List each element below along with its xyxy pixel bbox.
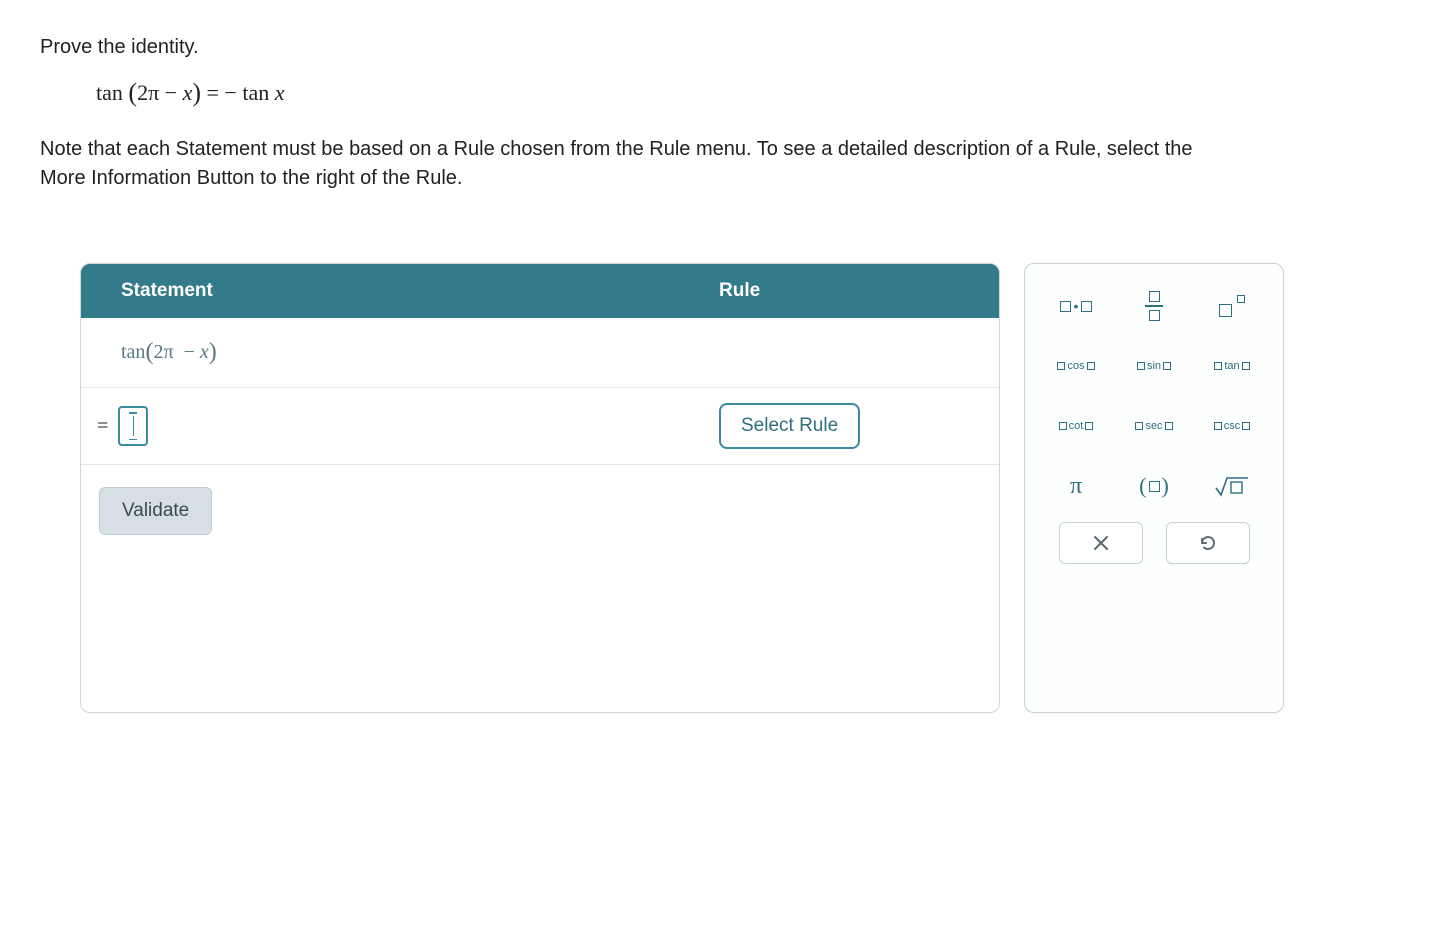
equals-sign: = xyxy=(97,415,108,438)
cos-button[interactable]: cos xyxy=(1044,344,1108,388)
clear-button[interactable] xyxy=(1059,522,1143,564)
validate-button[interactable]: Validate xyxy=(99,487,212,535)
proof-panel: Statement Rule tan (2π − x) = Select Rul… xyxy=(80,263,1000,713)
sqrt-button[interactable] xyxy=(1200,464,1264,508)
fraction-template-button[interactable] xyxy=(1122,284,1186,328)
select-rule-button[interactable]: Select Rule xyxy=(719,403,860,449)
cot-button[interactable]: cot xyxy=(1044,404,1108,448)
csc-button[interactable]: csc xyxy=(1200,404,1264,448)
exponent-template-button[interactable] xyxy=(1200,284,1264,328)
expression-input[interactable] xyxy=(118,406,148,446)
prompt-title: Prove the identity. xyxy=(40,36,1400,59)
header-rule: Rule xyxy=(701,264,999,318)
sin-button[interactable]: sin xyxy=(1122,344,1186,388)
multiply-template-button[interactable]: • xyxy=(1044,284,1108,328)
proof-header: Statement Rule xyxy=(81,264,999,318)
tan-button[interactable]: tan xyxy=(1200,344,1264,388)
pi-button[interactable]: π xyxy=(1044,464,1108,508)
instruction-note: Note that each Statement must be based o… xyxy=(40,135,1210,193)
proof-row-input: = Select Rule xyxy=(81,388,999,465)
parentheses-button[interactable]: ( ) xyxy=(1122,464,1186,508)
header-statement: Statement xyxy=(81,264,701,318)
sec-button[interactable]: sec xyxy=(1122,404,1186,448)
initial-expression: tan (2π − x) xyxy=(81,318,701,387)
symbol-palette: • cos sin xyxy=(1024,263,1284,713)
undo-button[interactable] xyxy=(1166,522,1250,564)
proof-row-initial: tan (2π − x) xyxy=(81,318,999,388)
identity-expression: tan (2π − x) = − tan x xyxy=(96,77,1400,107)
